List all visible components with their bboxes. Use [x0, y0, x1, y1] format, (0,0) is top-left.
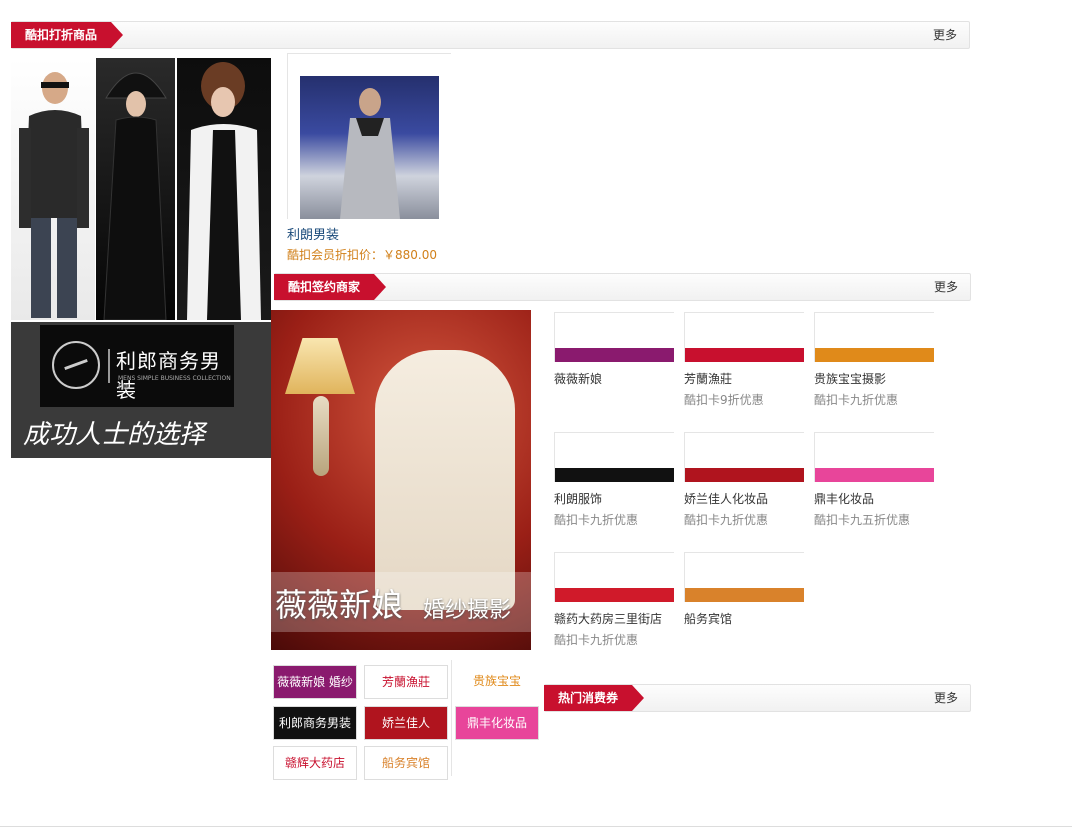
mini-logo-ganhui[interactable]: 赣辉大药店: [273, 746, 357, 780]
merchants-section-header: 酷扣签约商家 更多: [274, 273, 971, 301]
merchant-name[interactable]: 贵族宝宝摄影: [814, 370, 886, 387]
banner-title-main: 薇薇新娘: [275, 586, 404, 624]
model-figure-1: [19, 72, 89, 318]
merchant-thumbnail[interactable]: [684, 552, 804, 602]
brand-emblem-icon: [52, 341, 100, 389]
merchant-thumbnail[interactable]: [554, 552, 674, 602]
merchant-card[interactable]: 薇薇新娘: [554, 312, 684, 402]
mini-logo-jiaolan[interactable]: 娇兰佳人: [364, 706, 448, 740]
product-model-figure: [340, 88, 400, 219]
brand-logo-subtext: MENS SIMPLE BUSINESS COLLECTION 利郎: [118, 375, 231, 391]
product-name-link[interactable]: 利朗男装: [287, 224, 339, 243]
merchants-more-link[interactable]: 更多: [934, 274, 958, 300]
merchants-section-title: 酷扣签约商家: [274, 274, 387, 300]
merchant-thumb-strip: [685, 468, 804, 482]
coupons-section-header: 热门消费券 更多: [544, 684, 971, 712]
fashion-photo-white-coat[interactable]: [177, 58, 271, 320]
merchant-name[interactable]: 船务宾馆: [684, 610, 732, 627]
merchant-thumbnail[interactable]: [814, 312, 934, 362]
mini-logo-label: 薇薇新娘 婚纱摄影: [277, 675, 353, 689]
logo-divider: [108, 349, 110, 383]
brand-promo-box[interactable]: 利郎商务男装 MENS SIMPLE BUSINESS COLLECTION 利…: [11, 322, 271, 458]
fashion-photo-leather-jacket[interactable]: [11, 58, 95, 320]
mini-logo-lilang[interactable]: 利郎商务男装: [273, 706, 357, 740]
merchant-discount: 酷扣卡九五折优惠: [814, 513, 911, 527]
merchant-name[interactable]: 鼎丰化妆品: [814, 490, 874, 507]
merchant-thumbnail[interactable]: [684, 432, 804, 482]
merchant-thumb-strip: [685, 348, 804, 362]
merchant-card[interactable]: 利朗服饰 酷扣卡九折优惠: [554, 432, 684, 527]
merchant-name[interactable]: 芳蘭漁莊: [684, 370, 732, 387]
merchant-thumbnail[interactable]: [554, 312, 674, 362]
mini-logo-dingfeng[interactable]: 鼎丰化妆品: [455, 706, 539, 740]
brand-logo-text: 利郎商务男装: [116, 349, 221, 402]
merchant-discount: 酷扣卡九折优惠: [554, 513, 639, 527]
merchant-card[interactable]: 贵族宝宝摄影 酷扣卡九折优惠: [814, 312, 944, 407]
mini-logo-label: 娇兰佳人: [381, 716, 430, 730]
discount-section-header: 酷扣打折商品 更多: [11, 21, 970, 49]
merchant-card[interactable]: 船务宾馆: [684, 552, 814, 642]
merchant-thumb-strip: [815, 348, 934, 362]
merchant-discount: 酷扣卡9折优惠: [684, 393, 764, 407]
coupons-section-title: 热门消费券: [544, 685, 645, 711]
merchant-card[interactable]: 芳蘭漁莊 酷扣卡9折优惠: [684, 312, 814, 407]
mini-logo-chuanwu[interactable]: 船务宾馆: [364, 746, 448, 780]
mini-logo-divider: [451, 660, 452, 776]
wedding-photo-banner[interactable]: 薇薇新娘 婚纱摄影: [271, 310, 531, 650]
mini-logo-label: 贵族宝宝: [472, 674, 521, 688]
merchant-thumb-strip: [685, 588, 804, 602]
merchant-discount: 酷扣卡九折优惠: [554, 633, 639, 647]
merchant-thumb-strip: [815, 468, 934, 482]
mini-logo-guizu[interactable]: 贵族宝宝: [455, 665, 539, 699]
lilang-brand-logo: 利郎商务男装 MENS SIMPLE BUSINESS COLLECTION 利…: [40, 325, 234, 407]
mini-logo-weiwei[interactable]: 薇薇新娘 婚纱摄影: [273, 665, 357, 699]
discount-section-title: 酷扣打折商品: [11, 22, 124, 48]
merchant-thumb-strip: [555, 588, 674, 602]
lamp-shade-shape: [285, 338, 355, 394]
merchant-thumbnail[interactable]: [554, 432, 674, 482]
merchant-thumb-strip: [555, 348, 674, 362]
fashion-photo-black-gown[interactable]: [96, 58, 175, 320]
merchant-thumbnail[interactable]: [684, 312, 804, 362]
footer-divider: [0, 826, 1072, 827]
merchant-card[interactable]: 赣药大药房三里街店 酷扣卡九折优惠: [554, 552, 684, 647]
mini-logo-label: 鼎丰化妆品: [466, 716, 527, 730]
merchant-discount: 酷扣卡九折优惠: [684, 513, 769, 527]
merchant-name[interactable]: 娇兰佳人化妆品: [684, 490, 768, 507]
page-root: 酷扣打折商品 更多 利郎商务男装 MENS SIMPLE BUSINESS CO…: [0, 0, 1072, 828]
mini-logo-label: 赣辉大药店: [284, 756, 345, 770]
merchant-card[interactable]: 鼎丰化妆品 酷扣卡九五折优惠: [814, 432, 944, 527]
product-image[interactable]: [300, 76, 439, 219]
mini-logo-label: 船务宾馆: [381, 756, 430, 770]
merchant-discount: 酷扣卡九折优惠: [814, 393, 899, 407]
merchant-thumb-strip: [555, 468, 674, 482]
model-figure-2: [103, 72, 167, 320]
merchant-thumbnail[interactable]: [814, 432, 934, 482]
merchant-name[interactable]: 利朗服饰: [554, 490, 602, 507]
merchant-card[interactable]: 娇兰佳人化妆品 酷扣卡九折优惠: [684, 432, 814, 527]
bride-figure: [375, 350, 515, 610]
brand-slogan: 成功人士的选择: [23, 420, 206, 450]
mini-logo-label: 芳蘭漁莊: [381, 675, 430, 689]
merchant-name[interactable]: 薇薇新娘: [554, 370, 602, 387]
banner-title-sub: 婚纱摄影: [423, 598, 512, 623]
product-price: 酷扣会员折扣价：￥880.00: [287, 248, 437, 262]
model-figure-3: [187, 62, 261, 320]
merchant-name[interactable]: 赣药大药房三里街店: [554, 610, 662, 627]
mini-logo-label: 利郎商务男装: [278, 716, 351, 730]
coupons-more-link[interactable]: 更多: [934, 685, 958, 711]
mini-logo-fanglan[interactable]: 芳蘭漁莊: [364, 665, 448, 699]
lamp-base-shape: [313, 396, 329, 476]
discount-more-link[interactable]: 更多: [933, 22, 957, 48]
